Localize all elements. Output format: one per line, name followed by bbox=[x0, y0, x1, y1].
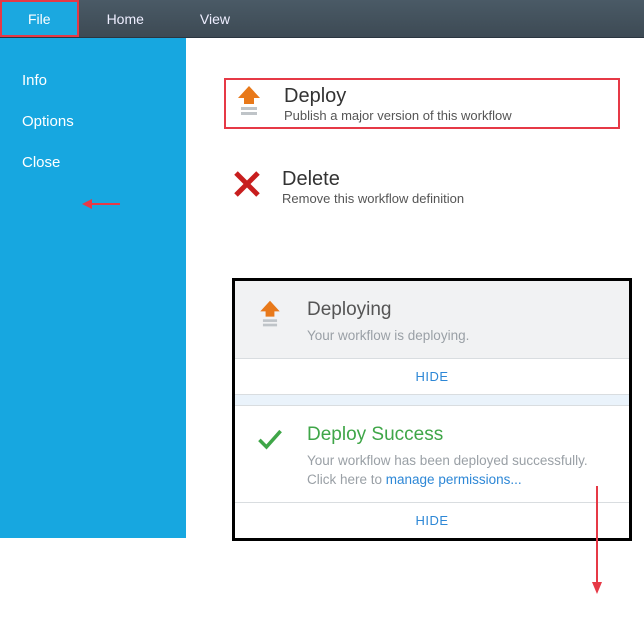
success-message: Your workflow has been deployed successf… bbox=[307, 452, 609, 490]
status-panel: Deploying Your workflow is deploying. HI… bbox=[232, 278, 632, 541]
delete-subtitle: Remove this workflow definition bbox=[282, 191, 464, 206]
deploying-message: Your workflow is deploying. bbox=[307, 327, 469, 346]
deploy-title: Deploy bbox=[284, 84, 512, 108]
checkmark-icon bbox=[255, 424, 289, 458]
file-sidebar: Info Options Close bbox=[0, 38, 186, 538]
panel-divider bbox=[235, 394, 629, 406]
tab-home[interactable]: Home bbox=[79, 0, 172, 37]
manage-permissions-link[interactable]: manage permissions... bbox=[386, 472, 522, 487]
action-deploy[interactable]: Deploy Publish a major version of this w… bbox=[224, 78, 620, 129]
hide-button[interactable]: HIDE bbox=[235, 502, 629, 538]
tab-file[interactable]: File bbox=[0, 0, 79, 37]
deploying-title: Deploying bbox=[307, 299, 469, 321]
action-delete[interactable]: Delete Remove this workflow definition bbox=[224, 163, 620, 210]
panel-success: Deploy Success Your workflow has been de… bbox=[235, 406, 629, 502]
top-nav: File Home View bbox=[0, 0, 644, 38]
delete-icon bbox=[230, 167, 264, 201]
delete-title: Delete bbox=[282, 167, 464, 191]
sidebar-item-options[interactable]: Options bbox=[0, 101, 186, 142]
sidebar-item-info[interactable]: Info bbox=[0, 60, 186, 101]
hide-button[interactable]: HIDE bbox=[235, 358, 629, 394]
annotation-arrow-left-icon bbox=[82, 196, 122, 212]
success-title: Deploy Success bbox=[307, 424, 609, 446]
sidebar-item-close[interactable]: Close bbox=[0, 142, 186, 183]
main-content: Deploy Publish a major version of this w… bbox=[186, 38, 644, 244]
deploy-subtitle: Publish a major version of this workflow bbox=[284, 108, 512, 123]
annotation-arrow-down-icon bbox=[589, 484, 605, 599]
deploy-icon bbox=[255, 299, 289, 333]
deploy-icon bbox=[232, 84, 266, 118]
tab-view[interactable]: View bbox=[172, 0, 258, 37]
panel-deploying: Deploying Your workflow is deploying. bbox=[235, 281, 629, 358]
